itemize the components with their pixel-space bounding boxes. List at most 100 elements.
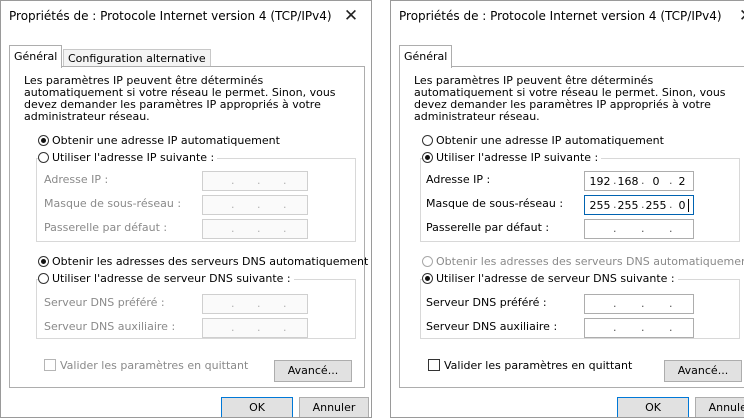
tab-general[interactable]: Général bbox=[399, 45, 453, 68]
gateway-field[interactable]: . . . bbox=[202, 219, 308, 239]
radio-unselected-icon bbox=[422, 135, 433, 146]
close-icon[interactable]: ✕ bbox=[732, 3, 744, 29]
ip-octet: 255 bbox=[645, 199, 667, 212]
title-bar: Propriétés de : Protocole Internet versi… bbox=[1, 1, 371, 33]
dialog-title: Propriétés de : Protocole Internet versi… bbox=[9, 9, 332, 23]
ip-separator: . bbox=[283, 222, 287, 235]
ip-address-label: Adresse IP : bbox=[426, 173, 491, 186]
alternate-dns-label: Serveur DNS auxiliaire : bbox=[426, 320, 558, 333]
ip-separator: . bbox=[669, 321, 673, 334]
ip-separator: . bbox=[231, 198, 235, 211]
dns-auto-label: Obtenir les adresses des serveurs DNS au… bbox=[52, 255, 369, 268]
gateway-label: Passerelle par défaut : bbox=[44, 221, 168, 234]
radio-selected-icon bbox=[38, 135, 49, 146]
close-icon[interactable]: ✕ bbox=[337, 3, 365, 29]
gateway-label: Passerelle par défaut : bbox=[426, 221, 550, 234]
dns-manual-label: Utiliser l'adresse de serveur DNS suivan… bbox=[52, 272, 291, 285]
ip-auto-label: Obtenir une adresse IP automatiquement bbox=[436, 134, 664, 147]
ip-separator: . bbox=[613, 297, 617, 310]
ip-address-label: Adresse IP : bbox=[44, 173, 109, 186]
ip-octet: 168 bbox=[617, 175, 639, 188]
radio-unselected-icon bbox=[38, 152, 49, 163]
description-text: Les paramètres IP peuvent être déterminé… bbox=[24, 74, 336, 123]
dialog-title: Propriétés de : Protocole Internet versi… bbox=[399, 9, 722, 23]
ok-button[interactable]: OK bbox=[617, 397, 689, 417]
dns-auto-radio[interactable]: Obtenir les adresses des serveurs DNS au… bbox=[38, 255, 368, 268]
ip-separator: . bbox=[257, 198, 261, 211]
alternate-dns-field[interactable]: . . . bbox=[584, 318, 694, 338]
advanced-button[interactable]: Avancé... bbox=[664, 360, 742, 382]
dns-manual-label: Utiliser l'adresse de serveur DNS suivan… bbox=[436, 272, 675, 285]
ip-manual-label: Utiliser l'adresse IP suivante : bbox=[52, 151, 215, 164]
ip-separator: . bbox=[669, 222, 673, 235]
ip-separator: . bbox=[283, 321, 287, 334]
subnet-mask-field[interactable]: . . . bbox=[202, 195, 308, 215]
ip-manual-label: Utiliser l'adresse IP suivante : bbox=[436, 151, 599, 164]
ip-separator: . bbox=[641, 222, 645, 235]
alternate-dns-field[interactable]: . . . bbox=[202, 318, 308, 338]
ip-auto-label: Obtenir une adresse IP automatiquement bbox=[52, 134, 280, 147]
ip-address-field[interactable]: . . . bbox=[202, 171, 308, 191]
cancel-button[interactable]: Annuler bbox=[695, 397, 744, 417]
validate-on-exit-label: Valider les paramètres en quittant bbox=[60, 359, 249, 372]
general-tab-panel: Les paramètres IP peuvent être déterminé… bbox=[9, 66, 368, 388]
tab-strip: Général Configuration alternative bbox=[9, 45, 369, 68]
ip-auto-radio[interactable]: Obtenir une adresse IP automatiquement bbox=[422, 134, 664, 147]
ip-auto-radio[interactable]: Obtenir une adresse IP automatiquement bbox=[38, 134, 280, 147]
ip-separator: . bbox=[231, 297, 235, 310]
preferred-dns-field[interactable]: . . . bbox=[202, 294, 308, 314]
ok-button[interactable]: OK bbox=[221, 397, 293, 417]
ip-separator: . bbox=[257, 222, 261, 235]
ip-separator: . bbox=[283, 174, 287, 187]
ip-octet: 2 bbox=[678, 175, 686, 188]
ip-separator: . bbox=[257, 174, 261, 187]
preferred-dns-label: Serveur DNS préféré : bbox=[44, 296, 165, 309]
ip-separator: . bbox=[257, 297, 261, 310]
subnet-mask-label: Masque de sous-réseau : bbox=[426, 197, 564, 210]
ip-octet: 0 bbox=[678, 199, 686, 212]
advanced-button[interactable]: Avancé... bbox=[274, 360, 352, 382]
preferred-dns-field[interactable]: . . . bbox=[584, 294, 694, 314]
radio-unselected-icon bbox=[422, 256, 433, 267]
ip-manual-radio[interactable]: Utiliser l'adresse IP suivante : bbox=[38, 151, 218, 164]
tab-general[interactable]: Général bbox=[9, 45, 63, 68]
checkbox-icon bbox=[428, 359, 440, 371]
ip-octet: 255 bbox=[617, 199, 639, 212]
validate-on-exit-label: Valider les paramètres en quittant bbox=[444, 359, 633, 372]
ip-separator: . bbox=[641, 321, 645, 334]
general-tab-panel: Les paramètres IP peuvent être déterminé… bbox=[399, 66, 744, 388]
radio-selected-icon bbox=[422, 152, 433, 163]
radio-selected-icon bbox=[38, 256, 49, 267]
ip-separator: . bbox=[613, 321, 617, 334]
ip-separator: . bbox=[669, 297, 673, 310]
ip-octet: 0 bbox=[652, 175, 660, 188]
ipv4-properties-dialog-left: Propriétés de : Protocole Internet versi… bbox=[0, 0, 372, 418]
checkbox-icon bbox=[44, 359, 56, 371]
ip-separator: . bbox=[231, 174, 235, 187]
radio-selected-icon bbox=[422, 273, 433, 284]
ip-octet: 255 bbox=[589, 199, 611, 212]
subnet-mask-label: Masque de sous-réseau : bbox=[44, 197, 182, 210]
radio-unselected-icon bbox=[38, 273, 49, 284]
dns-manual-radio[interactable]: Utiliser l'adresse de serveur DNS suivan… bbox=[38, 272, 294, 285]
ip-separator: . bbox=[257, 321, 261, 334]
ipv4-properties-dialog-right: Propriétés de : Protocole Internet versi… bbox=[390, 0, 744, 418]
ip-separator: . bbox=[231, 321, 235, 334]
ip-address-field[interactable]: 192 . 168 . 0 . 2 bbox=[584, 171, 694, 191]
subnet-mask-field[interactable]: 255 . 255 . 255 . 0 bbox=[584, 195, 694, 215]
validate-on-exit-checkbox[interactable]: Valider les paramètres en quittant bbox=[428, 359, 632, 372]
ip-manual-radio[interactable]: Utiliser l'adresse IP suivante : bbox=[422, 151, 602, 164]
dns-auto-radio[interactable]: Obtenir les adresses des serveurs DNS au… bbox=[422, 255, 744, 268]
ip-separator: . bbox=[641, 297, 645, 310]
validate-on-exit-checkbox[interactable]: Valider les paramètres en quittant bbox=[44, 359, 248, 372]
dns-auto-label: Obtenir les adresses des serveurs DNS au… bbox=[436, 255, 744, 268]
tab-strip: Général bbox=[399, 45, 739, 68]
ip-separator: . bbox=[283, 297, 287, 310]
description-text: Les paramètres IP peuvent être déterminé… bbox=[414, 74, 726, 123]
dns-manual-radio[interactable]: Utiliser l'adresse de serveur DNS suivan… bbox=[422, 272, 678, 285]
ip-octet: 192 bbox=[589, 175, 611, 188]
title-bar: Propriétés de : Protocole Internet versi… bbox=[391, 1, 744, 33]
cancel-button[interactable]: Annuler bbox=[299, 397, 369, 417]
ip-separator: . bbox=[283, 198, 287, 211]
gateway-field[interactable]: . . . bbox=[584, 219, 694, 239]
